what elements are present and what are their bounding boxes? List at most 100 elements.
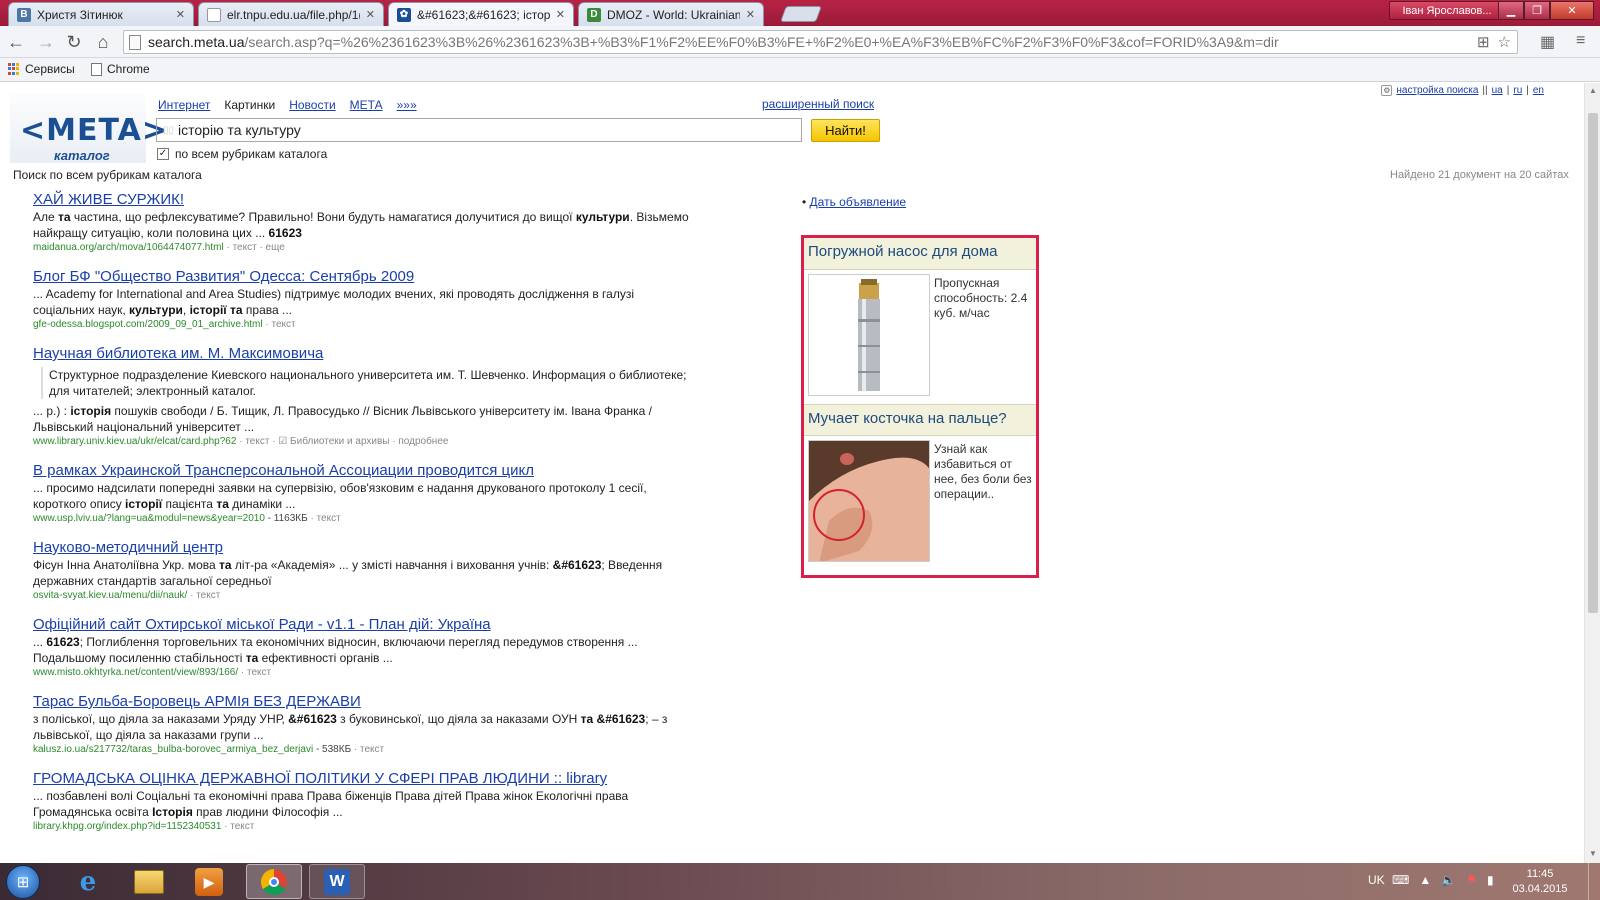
tab-meta[interactable]: МЕТА [350,98,383,112]
result-url[interactable]: maidanua.org/arch/mova/1064474077.html ·… [33,241,693,255]
lang-ua-link[interactable]: ua [1492,85,1503,96]
chrome-taskbar-button[interactable] [246,864,302,899]
result-title[interactable]: Научная библиотека им. М. Максимовича [33,345,693,363]
foot-image[interactable] [808,440,930,562]
result-url[interactable]: library.khpg.org/index.php?id=1152340531… [33,820,693,834]
network-icon[interactable]: ▮ [1487,873,1494,887]
bookmark-apps[interactable]: Сервисы [8,62,75,76]
translate-icon[interactable]: ⊞ [1477,33,1490,51]
minimize-button[interactable]: ▁ [1498,1,1524,20]
start-button[interactable]: ⊞ [6,865,40,899]
ad-body[interactable]: Пропускная способность: 2.4 куб. м/час [804,270,1036,400]
results-count: Найдено 21 документ на 20 сайтах [1390,169,1569,181]
explorer-icon[interactable] [134,870,164,894]
result-url[interactable]: www.usp.lviv.ua/?lang=ua&modul=news&year… [33,512,693,526]
back-button[interactable]: ← [6,32,26,52]
ad-title[interactable]: Погружной насос для дома [804,238,1036,270]
result-item: Блог БФ "Общество Развития" Одесса: Сент… [33,268,693,332]
tab-3-active[interactable]: ✿ &#61623;&#61623; історі ✕ [388,2,574,26]
result-title[interactable]: Офіційний сайт Охтирської міської Ради -… [33,616,693,634]
result-snippet: ... просимо надсилати попередні заявки н… [33,481,647,511]
result-title[interactable]: В рамках Украинской Трансперсональной Ас… [33,462,693,480]
pump-image[interactable] [808,274,930,396]
gear-icon[interactable]: ⚙ [1381,85,1393,96]
tab-internet[interactable]: Интернет [158,98,210,112]
ad-title[interactable]: Мучает косточка на пальце? [804,404,1036,436]
reload-button[interactable]: ↻ [64,32,84,52]
user-profile-button[interactable]: Іван Ярославов... [1389,1,1505,20]
show-desktop-button[interactable] [1588,863,1600,900]
search-input[interactable]: ▯▯ історію та культуру [156,118,802,142]
page-icon [91,62,102,76]
close-window-button[interactable]: ✕ [1550,1,1594,20]
result-url[interactable]: gfe-odessa.blogspot.com/2009_09_01_archi… [33,318,693,332]
tab-more[interactable]: »»» [397,98,417,112]
new-tab-button[interactable] [780,6,822,22]
ad-text: Пропускная способность: 2.4 куб. м/час [934,276,1028,320]
result-snippet: ... 61623; Поглиблення торговельних та е… [33,635,638,665]
address-bar[interactable]: search.meta.ua/search.asp?q=%26%2361623%… [123,30,1518,54]
result-title[interactable]: Науково-методичний центр [33,539,693,557]
catalog-scope-checkbox[interactable]: ✓ [157,148,169,160]
result-title[interactable]: ГРОМАДСЬКА ОЦІНКА ДЕРЖАВНОЇ ПОЛІТИКИ У С… [33,770,693,788]
close-icon[interactable]: ✕ [176,8,185,21]
ad-body[interactable]: Узнай как избавиться от нее, без боли бе… [804,436,1036,566]
scroll-down-icon[interactable]: ▼ [1589,849,1597,858]
bookmark-chrome[interactable]: Chrome [91,62,150,76]
chrome-icon [261,868,287,895]
extension-icon[interactable]: ▦ [1540,32,1555,52]
menu-icon[interactable]: ≡ [1576,32,1585,50]
separator: | [1506,85,1510,96]
logo-subtitle: каталог [54,148,110,163]
result-snippet: Фісун Інна Анатоліївна Укр. мова та літ-… [33,558,663,588]
close-icon[interactable]: ✕ [366,8,375,21]
tab-news[interactable]: Новости [289,98,335,112]
advanced-search-link[interactable]: расширенный поиск [762,97,874,111]
result-title[interactable]: Блог БФ "Общество Развития" Одесса: Сент… [33,268,693,286]
restore-button[interactable]: ❐ [1524,1,1550,20]
meta-logo[interactable]: <META> каталог [10,93,167,163]
result-title[interactable]: ХАЙ ЖИВЕ СУРЖИК! [33,191,693,209]
pump-illustration [809,275,929,395]
star-icon[interactable]: ☆ [1498,33,1511,51]
results-list: ХАЙ ЖИВЕ СУРЖИК! Але та частина, що рефл… [33,191,693,847]
tab-2[interactable]: elr.tnpu.edu.ua/file.php/1( ✕ [198,2,384,26]
scroll-thumb[interactable] [1588,113,1598,613]
media-player-icon[interactable]: ▶ [195,868,223,896]
tab-4[interactable]: D DMOZ - World: Ukrainian ✕ [578,2,764,26]
search-settings-link[interactable]: настройка поиска [1396,85,1478,96]
result-url[interactable]: www.misto.okhtyrka.net/content/view/893/… [33,666,693,680]
result-url[interactable]: www.library.univ.kiev.ua/ukr/elcat/card.… [33,435,693,449]
keyboard-icon[interactable]: ⌨ [1392,873,1409,887]
flag-icon[interactable]: ⚑ [1466,873,1477,887]
language-indicator[interactable]: UK [1368,873,1385,887]
show-hidden-icon[interactable]: ▲ [1419,873,1431,887]
clock[interactable]: 11:45 03.04.2015 [1512,867,1568,897]
word-taskbar-button[interactable]: W [309,864,365,899]
clock-time: 11:45 [1526,868,1554,880]
result-title[interactable]: Тарас Бульба-Боровець АРМІя БЕЗ ДЕРЖАВИ [33,693,693,711]
result-snippet: Але та частина, що рефлексуватиме? Прави… [33,210,689,240]
home-button[interactable]: ⌂ [93,32,113,52]
close-icon[interactable]: ✕ [556,8,565,21]
page-scrollbar[interactable]: ▲ ▼ [1584,83,1600,863]
volume-icon[interactable]: 🔈 [1441,873,1456,887]
result-url[interactable]: osvita-svyat.kiev.ua/menu/dii/nauk/ · те… [33,589,693,603]
close-icon[interactable]: ✕ [746,8,755,21]
page-icon [207,7,221,22]
scroll-up-icon[interactable]: ▲ [1589,86,1597,95]
place-ad-link[interactable]: Дать объявление [810,195,907,209]
forward-button[interactable]: → [36,32,56,52]
bookmarks-bar: Сервисы Chrome [0,58,1600,82]
taskbar: ⊞ e ▶ W UK ⌨ ▲ 🔈 ⚑ ▮ 11:45 03.04.2015 [0,863,1600,900]
result-url[interactable]: kalusz.io.ua/s217732/taras_bulba-borovec… [33,743,693,757]
ie-icon[interactable]: e [72,866,104,898]
ads-panel: Погружной насос для дома Пропускная спос… [801,235,1039,578]
search-tabs: Интернет Картинки Новости МЕТА »»» [158,98,417,112]
find-button[interactable]: Найти! [811,119,880,142]
tab-1[interactable]: В Христя Зітинюк ✕ [8,2,194,26]
dmoz-icon: D [587,7,601,22]
lang-ru-link[interactable]: ru [1513,85,1522,96]
foot-illustration [809,441,929,561]
lang-en-link[interactable]: en [1533,85,1544,96]
